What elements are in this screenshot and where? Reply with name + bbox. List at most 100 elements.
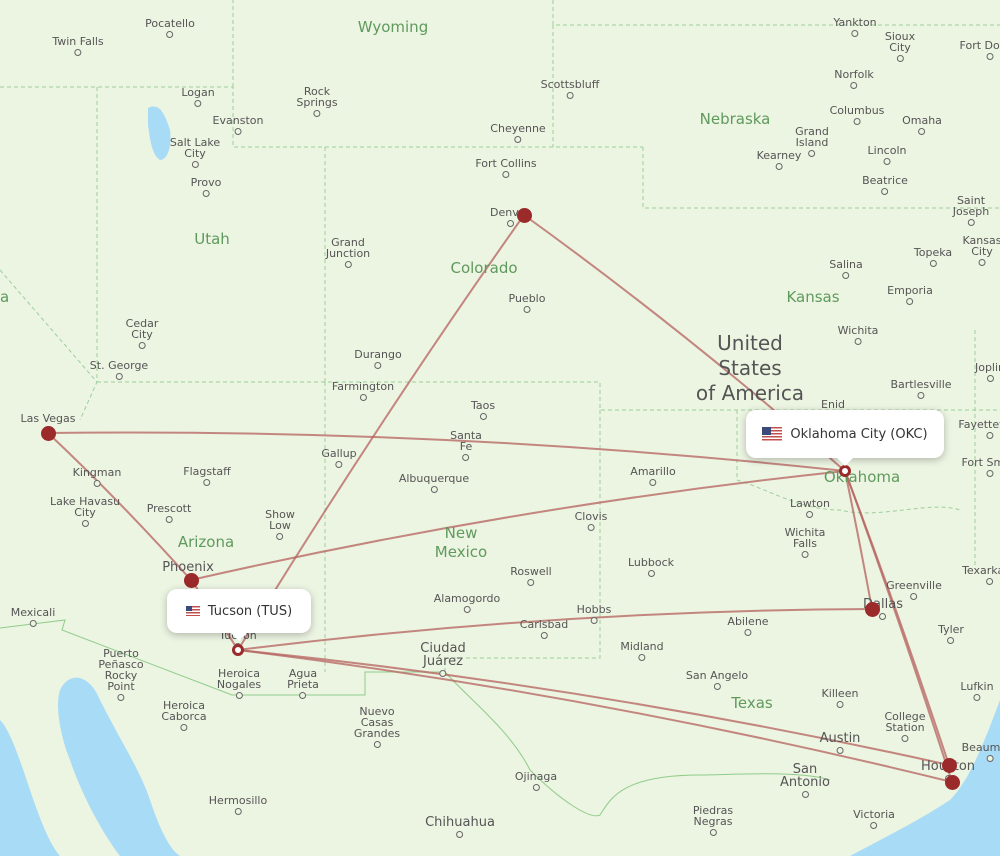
city-dot-icon [973, 694, 981, 701]
city-name: Pocatello [145, 17, 195, 30]
city-dot-icon [854, 338, 862, 345]
city-label: Flagstaff [183, 466, 231, 486]
city-name: Springs [296, 96, 338, 109]
city-label: Heroica Caborca [161, 700, 207, 731]
city-name: Joplin [974, 361, 1000, 374]
city-label: Killeen [822, 688, 858, 708]
city-label: Logan [181, 86, 215, 107]
city-name: Low [269, 519, 291, 532]
state-label: Nebraska [699, 110, 771, 128]
city-name: Kearney [756, 149, 802, 162]
city-dot-icon [456, 831, 464, 838]
city-dot-icon [540, 632, 548, 639]
city-name: Austin [819, 731, 861, 746]
city-label: Rock Springs [296, 86, 338, 117]
city-name: City [74, 506, 96, 519]
city-dot-icon [713, 683, 721, 690]
city-dot-icon [527, 579, 535, 586]
city-dot-icon [479, 413, 487, 420]
city-name: Twin Falls [52, 35, 104, 48]
city-dot-icon [842, 272, 850, 279]
city-dot-icon [978, 259, 986, 266]
city-dot-icon [234, 808, 242, 815]
city-dot-icon [801, 791, 809, 798]
city-dot-icon [203, 479, 211, 486]
city-label: Puerto Peñasco Rocky Point [98, 648, 144, 701]
city-label: Victoria [853, 809, 895, 829]
city-dot-icon [910, 593, 918, 600]
city-name: San Angelo [685, 669, 749, 682]
city-dot-icon [81, 520, 89, 527]
city-label: Joplin [975, 362, 1000, 382]
city-dot-icon [590, 617, 598, 624]
city-label: Albuquerque [399, 473, 469, 493]
city-name: Logan [181, 86, 215, 99]
state-label: Oklahoma [823, 468, 901, 486]
state-label: New Mexico [434, 524, 488, 561]
us-flag-icon [185, 606, 200, 616]
route-line[interactable] [237, 649, 953, 783]
city-dot-icon [918, 128, 926, 135]
city-dot-icon [808, 150, 816, 157]
city-name: Tyler [938, 623, 964, 636]
city-dot-icon [649, 479, 657, 486]
city-label: Saint Joseph [953, 195, 989, 226]
city-dot-icon [744, 629, 752, 636]
city-label: Heroica Nogales [217, 668, 261, 699]
destination-airport-marker[interactable] [516, 207, 532, 223]
highlight-label: Tucson (TUS) [207, 603, 293, 619]
city-label: Piedras Negras [693, 805, 733, 836]
route-map[interactable]: Pocatello Twin Falls Logan Rock Springs Evans… [0, 0, 1000, 856]
city-label: Midland [620, 641, 664, 661]
destination-airport-marker[interactable] [944, 774, 960, 790]
city-name: Salina [829, 258, 863, 271]
city-dot-icon [806, 511, 814, 518]
city-name: Fe [459, 440, 473, 453]
city-dot-icon [929, 260, 937, 267]
city-name: Omaha [902, 114, 942, 127]
city-dot-icon [870, 822, 878, 829]
city-dot-icon [986, 755, 994, 762]
route-line[interactable] [844, 470, 873, 610]
city-dot-icon [986, 375, 994, 382]
city-dot-icon [374, 362, 382, 369]
city-name: Prieta [287, 678, 319, 691]
city-label: Bartlesville [890, 379, 952, 399]
city-label: Yankton [833, 17, 877, 37]
city-name: Wichita [837, 324, 879, 337]
city-name: Taos [470, 399, 496, 412]
city-name: Clovis [574, 510, 608, 523]
city-name: Texarkana [962, 564, 1000, 577]
city-name: Abilene [727, 615, 769, 628]
highlight-tooltip: Tucson (TUS) [167, 589, 311, 641]
city-name: Lawton [790, 497, 830, 510]
destination-airport-marker[interactable] [864, 601, 880, 617]
route-line[interactable] [47, 431, 846, 472]
city-name: Enid [821, 398, 845, 411]
city-name: Falls [793, 537, 817, 550]
city-label: San Angelo [686, 670, 748, 690]
destination-airport-marker[interactable] [941, 757, 957, 773]
city-label: Lake Havasu City [50, 496, 120, 527]
city-name: Junction [325, 247, 371, 260]
city-label: Provo [191, 177, 221, 197]
city-label: Taos [471, 400, 495, 420]
hub-airport-marker[interactable] [839, 465, 851, 477]
city-label: St. George [90, 360, 148, 380]
city-label: Columbus [830, 105, 884, 125]
hub-airport-marker[interactable] [232, 644, 244, 656]
city-dot-icon [906, 298, 914, 305]
destination-airport-marker[interactable] [183, 572, 199, 588]
city-dot-icon [276, 533, 284, 540]
city-label: Kearney [756, 149, 802, 170]
city-name: St. George [89, 359, 149, 372]
city-label: Farmington [332, 381, 394, 401]
destination-airport-marker[interactable] [40, 425, 56, 441]
city-dot-icon [986, 432, 994, 439]
city-name: Nogales [216, 678, 262, 691]
city-name: Cheyenne [490, 122, 546, 135]
city-dot-icon [879, 613, 887, 620]
city-name: Hermosillo [208, 794, 268, 807]
city-name: Beaumont [961, 741, 1000, 754]
city-dot-icon [439, 670, 447, 677]
